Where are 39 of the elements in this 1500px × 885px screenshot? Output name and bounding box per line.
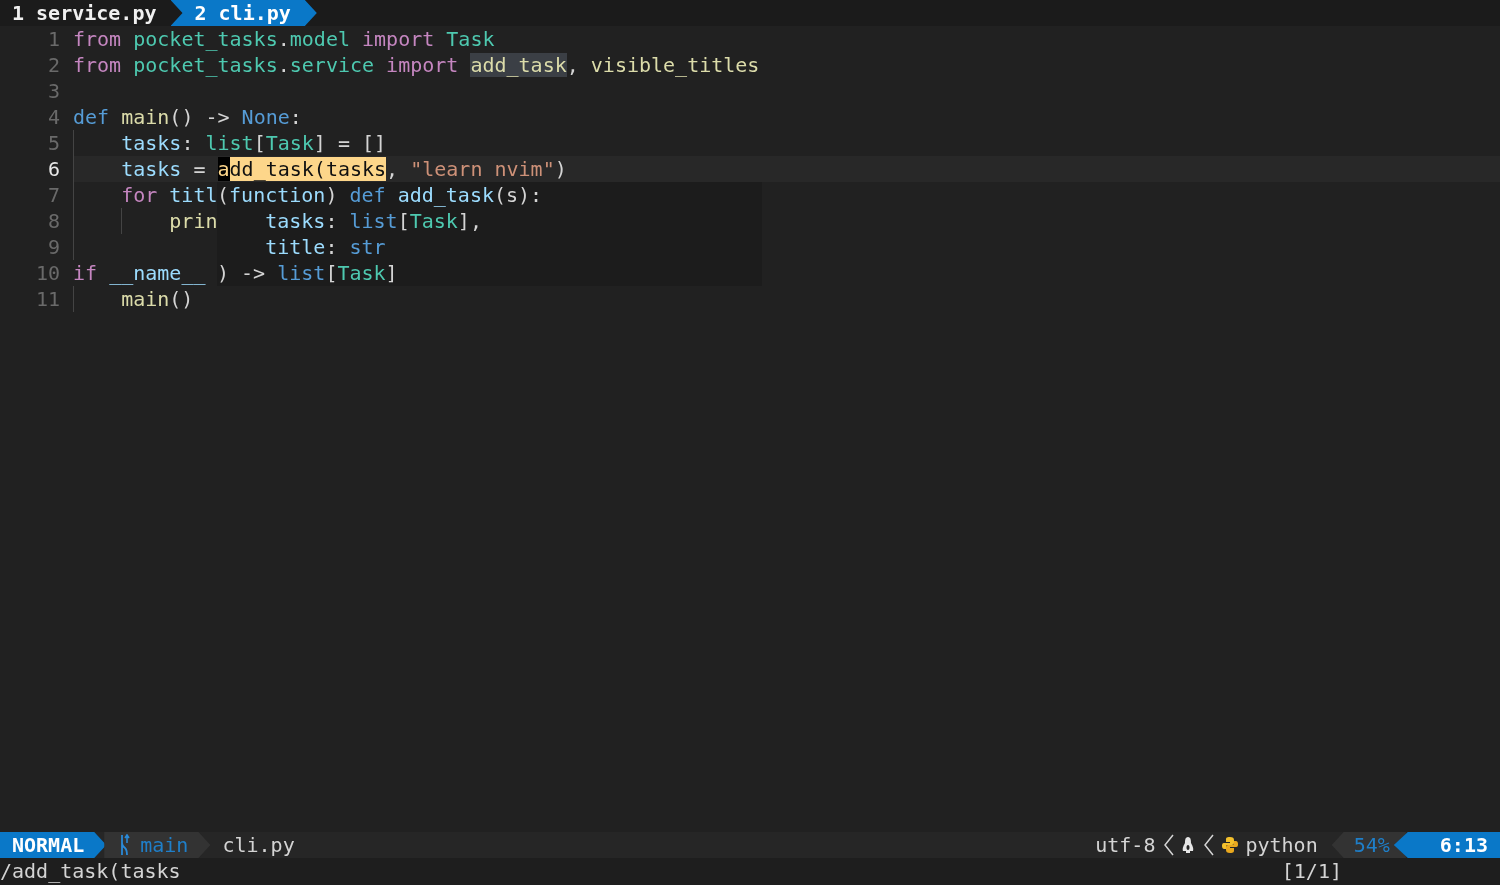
signature-line: ) -> list[Task] (217, 260, 398, 286)
buffer-tab[interactable]: 2 cli.py (170, 0, 317, 26)
line-number: 6 (46, 156, 61, 182)
code-line: from pocket_tasks.service import add_task, visible_titles (73, 52, 760, 78)
chevron-icon (1163, 834, 1176, 856)
buffer-tab[interactable]: 1 service.py (0, 0, 171, 26)
file-name: cli.py (222, 832, 295, 858)
branch-name: main (140, 832, 189, 858)
line-number: 9 (46, 234, 61, 260)
code-line: main() (121, 286, 194, 312)
python-icon (1221, 836, 1240, 854)
signature-line: (function) def add_task(s): (217, 182, 543, 208)
line-number: 4 (46, 104, 61, 130)
file-encoding: utf-8 (1095, 832, 1156, 858)
command-line-text[interactable]: /add_task(tasks (0, 858, 181, 885)
signature-line: title: str (264, 234, 386, 260)
file-type: python (1245, 832, 1318, 858)
penguin-icon (1181, 836, 1196, 854)
line-number: 7 (46, 182, 61, 208)
line-number: 8 (46, 208, 61, 234)
code-line: tasks = add_task(tasks, "learn nvim") (121, 156, 567, 182)
line-number: 1 (46, 26, 61, 52)
code-line: for titl (121, 182, 218, 208)
code-line: def main() -> None: (73, 104, 302, 130)
mode-indicator: NORMAL (0, 832, 107, 858)
code-line: if __name__ (73, 260, 206, 286)
line-number: 10 (34, 260, 61, 286)
code-line: tasks: list[Task] = [] (121, 130, 387, 156)
code-line: prin (169, 208, 218, 234)
line-number: 11 (34, 286, 61, 312)
cursor-position: 6:13 (1393, 832, 1500, 858)
branch-icon (118, 834, 131, 856)
line-number: 2 (46, 52, 61, 78)
line-number: 3 (46, 78, 61, 104)
code-line: from pocket_tasks.model import Task (73, 26, 495, 52)
signature-line: tasks: list[Task], (264, 208, 482, 234)
search-count: [1/1] (1281, 858, 1342, 885)
line-number: 5 (46, 130, 61, 156)
chevron-icon (1203, 834, 1216, 856)
